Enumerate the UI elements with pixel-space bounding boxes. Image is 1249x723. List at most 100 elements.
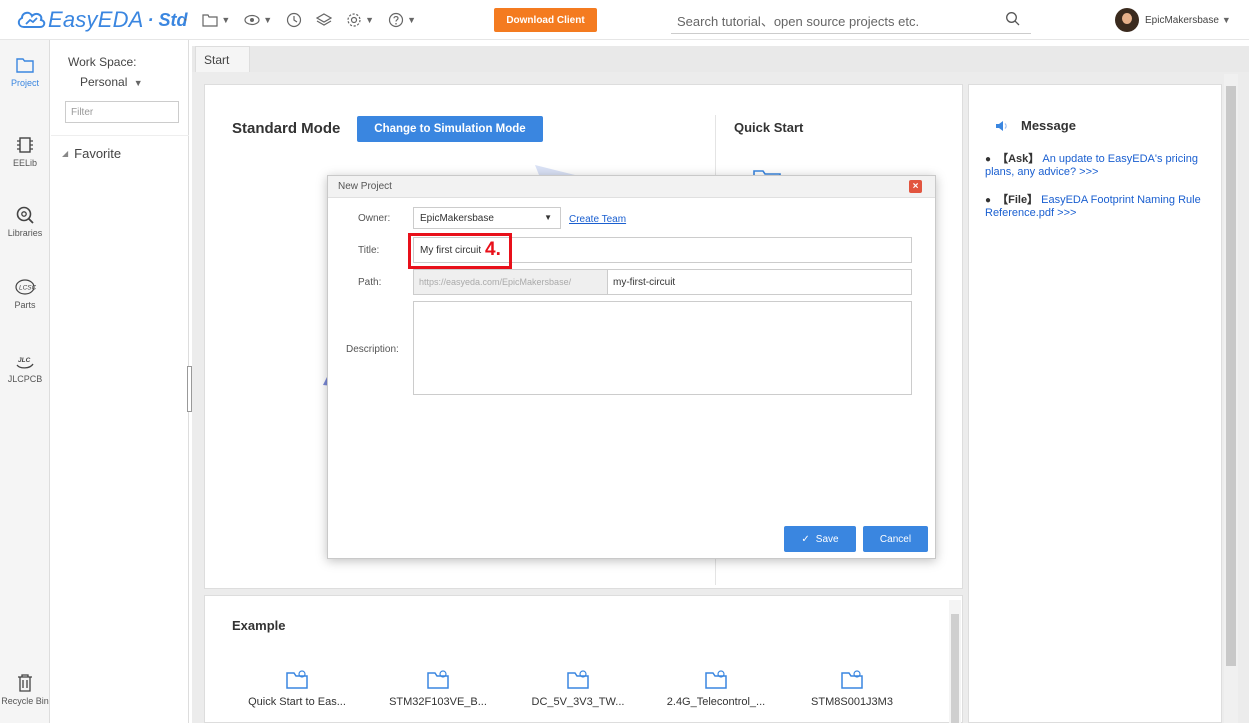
project-panel: Work Space: Personal ▼ ◢ Favorite [51, 40, 189, 723]
view-menu-button[interactable]: ▼ [244, 12, 272, 28]
sidebar-item-recycle-bin[interactable]: Recycle Bin [0, 672, 50, 706]
create-team-link[interactable]: Create Team [569, 214, 626, 225]
owner-value: EpicMakersbase [420, 212, 494, 224]
quick-start-title: Quick Start [734, 120, 804, 135]
example-item[interactable]: DC_5V_3V3_TW... [508, 668, 648, 708]
workspace-label: Work Space: [68, 55, 137, 69]
caret-down-icon: ▼ [1221, 15, 1231, 25]
path-label: Path: [358, 277, 382, 288]
bullet-icon: ● [985, 195, 992, 206]
message-panel: Message ● 【Ask】 An update to EasyEDA's p… [968, 84, 1222, 723]
caret-down-icon: ▼ [133, 78, 143, 88]
easyeda-logo[interactable]: EasyEDA · Std [16, 7, 188, 33]
owner-select[interactable]: EpicMakersbase ▼ [413, 207, 561, 229]
layers-button[interactable] [316, 12, 333, 28]
file-menu-button[interactable]: ▼ [202, 12, 230, 28]
message-item[interactable]: ● 【File】 EasyEDA Footprint Naming Rule R… [985, 194, 1215, 219]
example-label: STM32F103VE_B... [389, 696, 487, 708]
sidebar-item-label: Libraries [7, 228, 43, 238]
path-prefix: https://easyeda.com/EpicMakersbase/ [413, 269, 607, 295]
search-bar [671, 8, 1031, 34]
close-icon[interactable]: × [909, 180, 922, 193]
sidebar-item-libraries[interactable]: Libraries [0, 204, 50, 238]
tab-start[interactable]: Start [195, 46, 250, 72]
avatar [1115, 8, 1139, 32]
clock-icon [287, 12, 302, 28]
example-item[interactable]: STM32F103VE_B... [368, 668, 508, 708]
favorite-folder[interactable]: ◢ Favorite [62, 146, 121, 161]
help-menu-button[interactable]: ▼ [388, 12, 416, 28]
eye-icon [244, 14, 260, 26]
dot-icon: · [183, 11, 189, 28]
new-project-dialog: New Project × Owner: EpicMakersbase ▼ Cr… [327, 175, 936, 559]
example-label: 2.4G_Telecontrol_... [666, 696, 766, 708]
layers-icon [316, 13, 333, 26]
help-icon [388, 12, 404, 28]
filter-input[interactable] [65, 101, 179, 123]
scrollbar-thumb[interactable] [1226, 86, 1236, 666]
example-item[interactable]: STM8S001J3M3 [782, 668, 922, 708]
workspace-select[interactable]: Personal ▼ [80, 75, 143, 89]
svg-text:JLC: JLC [18, 357, 31, 364]
history-button[interactable] [286, 12, 302, 28]
path-input[interactable] [607, 269, 912, 295]
message-tag: 【File】 [997, 194, 1039, 206]
tab-bar: Start [192, 46, 1249, 72]
jlc-icon: JLC [16, 357, 34, 369]
gear-icon [347, 13, 361, 27]
toolbar: · ▼ ▼ ▼ ▼ [183, 10, 430, 30]
sidebar-item-project[interactable]: Project [0, 54, 50, 88]
easyeda-logo-icon [17, 11, 46, 28]
caret-down-icon: ▼ [407, 15, 417, 25]
project-folder-icon [841, 670, 863, 689]
example-item[interactable]: 2.4G_Telecontrol_... [646, 668, 786, 708]
dialog-title: New Project [338, 181, 392, 192]
search-icon[interactable] [1005, 11, 1021, 27]
main-scrollbar[interactable] [1224, 74, 1238, 723]
caret-down-icon: ▼ [263, 15, 273, 25]
sidebar-item-parts[interactable]: LCSC Parts [0, 276, 50, 310]
project-folder-icon [286, 670, 308, 689]
example-item[interactable]: Quick Start to Eas... [227, 668, 367, 708]
project-folder-icon [567, 670, 589, 689]
chip-icon [17, 137, 33, 153]
search-input[interactable] [677, 11, 997, 31]
message-item[interactable]: ● 【Ask】 An update to EasyEDA's pricing p… [985, 153, 1215, 178]
scrollbar-thumb[interactable] [951, 614, 959, 723]
settings-menu-button[interactable]: ▼ [346, 12, 374, 28]
description-label: Description: [346, 344, 399, 355]
check-icon: ✓ [801, 533, 810, 545]
cancel-button[interactable]: Cancel [863, 526, 928, 552]
example-scrollbar[interactable] [949, 600, 961, 723]
sidebar-item-label: Recycle Bin [1, 696, 49, 706]
bullet-icon: ● [985, 154, 992, 165]
file-icon [202, 14, 218, 27]
example-label: STM8S001J3M3 [811, 696, 893, 708]
caret-down-icon: ▼ [365, 15, 375, 25]
trash-icon [18, 674, 32, 692]
description-input[interactable] [413, 301, 912, 395]
favorite-label: Favorite [74, 146, 122, 161]
save-button[interactable]: ✓ Save [784, 526, 856, 552]
message-tag: 【Ask】 [997, 153, 1040, 165]
expand-arrow-icon[interactable]: ◢ [62, 149, 68, 158]
title-label: Title: [358, 245, 380, 256]
workspace-value: Personal [80, 75, 128, 89]
sidebar-item-jlcpcb[interactable]: JLC JLCPCB [0, 350, 50, 384]
svg-text:LCSC: LCSC [19, 285, 36, 292]
top-bar: EasyEDA · Std · ▼ ▼ ▼ ▼ Download Client [0, 0, 1249, 40]
change-to-simulation-mode-button[interactable]: Change to Simulation Mode [357, 116, 543, 142]
edition-label: · Std [147, 9, 188, 30]
download-client-button[interactable]: Download Client [494, 8, 597, 32]
divider [51, 135, 189, 136]
sidebar-item-eelib[interactable]: EELib [0, 134, 50, 168]
toolbar-menu-button[interactable]: · [183, 11, 188, 29]
save-label: Save [815, 533, 839, 545]
example-card: Example Quick Start to Eas... STM32F103V… [204, 595, 963, 723]
user-menu[interactable]: EpicMakersbase ▼ [1115, 8, 1231, 32]
example-label: Quick Start to Eas... [248, 696, 346, 708]
message-title: Message [1021, 118, 1076, 133]
message-header: Message [995, 118, 1076, 133]
standard-mode-title: Standard Mode [232, 120, 341, 137]
sidebar-item-label: EELib [12, 158, 38, 168]
